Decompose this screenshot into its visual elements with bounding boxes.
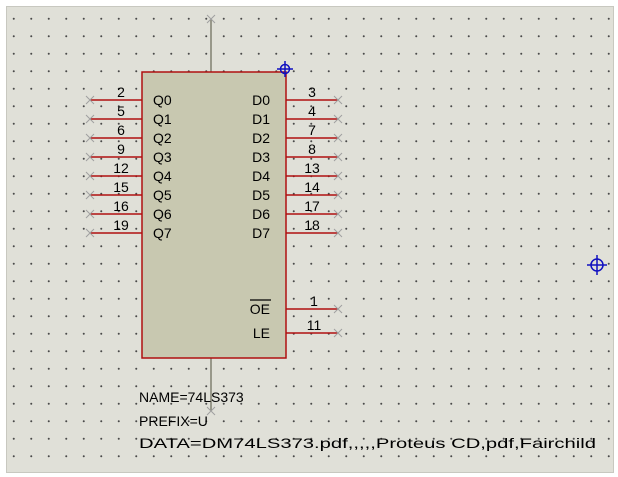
pin-name-d5: D5 [252, 187, 270, 203]
pin-number-5: 5 [117, 103, 125, 119]
pin-name-d3: D3 [252, 149, 270, 165]
pin-name-q2: Q2 [153, 130, 172, 146]
pin-number-2: 2 [117, 84, 125, 100]
pin-number-14: 14 [304, 179, 320, 195]
pin-number-16: 16 [113, 198, 129, 214]
pin-number-3: 3 [308, 84, 316, 100]
pin-number-7: 7 [308, 122, 316, 138]
pin-number-8: 8 [308, 141, 316, 157]
pin-number-18: 18 [304, 217, 320, 233]
pin-number-19: 19 [113, 217, 129, 233]
pin-name-q0: Q0 [153, 92, 172, 108]
pin-name-d7: D7 [252, 225, 270, 241]
pin-name-q4: Q4 [153, 168, 172, 184]
pin-number-6: 6 [117, 122, 125, 138]
property-prefix-label[interactable]: PREFIX=U [139, 413, 208, 429]
pin-name-q5: Q5 [153, 187, 172, 203]
pin-number-4: 4 [308, 103, 316, 119]
pin-name-q7: Q7 [153, 225, 172, 241]
pin-number-17: 17 [304, 198, 320, 214]
pin-name-d2: D2 [252, 130, 270, 146]
pin-name-d0: D0 [252, 92, 270, 108]
right-pin-group: 3 D0 4 D1 7 D2 8 D3 13 D4 14 D5 17 D6 18 D7 [252, 84, 343, 241]
schematic-editor-window: 2 Q0 5 Q1 6 Q2 9 Q3 12 Q4 15 Q5 16 Q6 19 Q7 3 D0 4 D1 7 D2 8 D… [0, 0, 618, 477]
pin-name-q3: Q3 [153, 149, 172, 165]
pin-number-9: 9 [117, 141, 125, 157]
pin-number-1: 1 [310, 293, 318, 309]
property-name-label[interactable]: NAME=74LS373 [139, 389, 244, 405]
crosshair-cursor-icon[interactable] [587, 255, 607, 275]
pin-number-13: 13 [304, 160, 320, 176]
pin-name-le: LE [253, 325, 270, 341]
pin-name-q6: Q6 [153, 206, 172, 222]
pin-number-12: 12 [113, 160, 129, 176]
pin-name-q1: Q1 [153, 111, 172, 127]
pin-number-11: 11 [307, 317, 322, 333]
schematic-drawing[interactable]: 2 Q0 5 Q1 6 Q2 9 Q3 12 Q4 15 Q5 16 Q6 19 Q7 3 D0 4 D1 7 D2 8 D… [0, 0, 618, 477]
pin-name-d6: D6 [252, 206, 270, 222]
left-pin-group: 2 Q0 5 Q1 6 Q2 9 Q3 12 Q4 15 Q5 16 Q6 19 Q7 [85, 84, 172, 241]
pin-number-15: 15 [113, 179, 129, 195]
pin-name-d4: D4 [252, 168, 270, 184]
pin-name-oe: OE [250, 301, 270, 317]
property-data-label[interactable]: DATA=DM74LS373.pdf,,,,,Proteus CD,pdf,Fa… [139, 435, 596, 451]
pin-name-d1: D1 [252, 111, 270, 127]
